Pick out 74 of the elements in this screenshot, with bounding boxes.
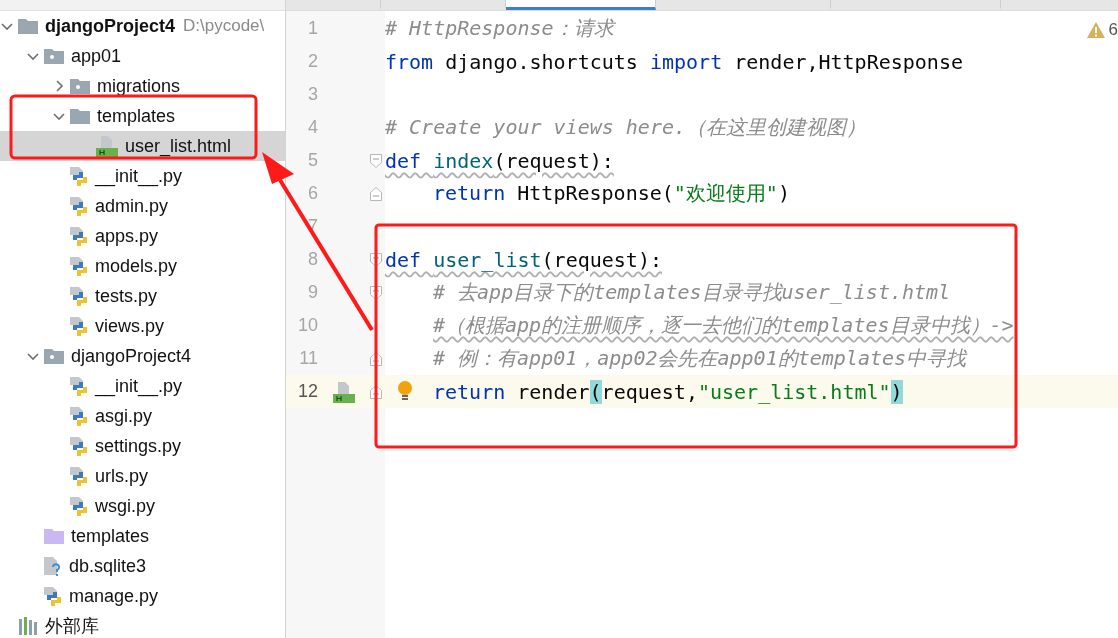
line-number: 11 [298, 348, 318, 369]
library-icon [18, 616, 38, 636]
tree-label[interactable]: 外部库 [45, 614, 99, 638]
code-line: return render(request,"user_list.html") [433, 379, 903, 404]
python-file-icon [70, 225, 88, 247]
folder-icon [44, 48, 64, 64]
python-file-icon [70, 495, 88, 517]
python-file-icon [44, 585, 62, 607]
line-number: 3 [307, 84, 318, 105]
fold-marker-icon[interactable] [370, 285, 382, 300]
line-number: 1 [307, 18, 318, 39]
tree-label[interactable]: db.sqlite3 [69, 555, 147, 577]
python-file-icon [70, 375, 88, 397]
code-line: # HttpResponse：请求 [385, 15, 614, 42]
tree-label[interactable]: tests.py [95, 285, 158, 307]
tree-label[interactable]: __init__.py [95, 165, 183, 187]
lightbulb-icon[interactable] [397, 380, 413, 403]
warning-icon[interactable] [1086, 22, 1105, 38]
code-line: #（根据app的注册顺序，逐一去他们的templates目录中找）-> [433, 312, 1014, 339]
tree-label[interactable]: templates [97, 105, 176, 127]
line-number: 5 [307, 150, 318, 171]
folder-icon [18, 18, 38, 34]
tree-label[interactable]: urls.py [95, 465, 148, 487]
tree-label[interactable]: djangoProject4 [45, 15, 176, 37]
tree-label[interactable]: app01 [71, 45, 122, 67]
line-number: 2 [307, 51, 318, 72]
code-line: # 例：有app01，app02会先在app01的templates中寻找 [433, 345, 967, 372]
code-line: # Create your views here.（在这里创建视图） [385, 114, 867, 141]
line-number: 6 [307, 183, 318, 204]
fold-marker-icon[interactable] [370, 384, 382, 399]
tree-label[interactable]: admin.py [95, 195, 169, 217]
line-number: 10 [296, 315, 318, 336]
python-file-icon [70, 285, 88, 307]
tree-label[interactable]: manage.py [69, 585, 159, 607]
fold-marker-icon[interactable] [370, 186, 382, 201]
tree-label[interactable]: asgi.py [95, 405, 153, 427]
line-number: 4 [307, 117, 318, 138]
tree-label[interactable]: apps.py [95, 225, 159, 247]
warning-count[interactable]: 6 [1108, 20, 1118, 40]
line-number: 12 [296, 381, 318, 402]
tree-label[interactable]: views.py [95, 315, 165, 337]
unknown-file-icon [44, 555, 62, 577]
fold-marker-icon[interactable] [370, 252, 382, 267]
code-line: def index(request): [385, 148, 614, 173]
code-line: # 去app目录下的templates目录寻找user_list.html [433, 279, 951, 306]
python-file-icon [70, 255, 88, 277]
tree-label[interactable]: migrations [97, 75, 181, 97]
tree-label[interactable]: templates [71, 525, 150, 547]
python-file-icon [70, 315, 88, 337]
code-line: from django.shortcuts import render,HttpResponse [385, 49, 963, 74]
folder-icon [70, 78, 90, 94]
code-line: return HttpResponse("欢迎使用") [433, 180, 790, 207]
code-line: def user_list(request): [385, 247, 662, 272]
tree-label[interactable]: settings.py [95, 435, 182, 457]
fold-marker-icon[interactable] [370, 351, 382, 366]
html-file-icon [96, 135, 118, 157]
tree-label[interactable]: user_list.html [125, 135, 232, 157]
python-file-icon [70, 195, 88, 217]
folder-icon [70, 108, 90, 124]
tree-label[interactable]: wsgi.py [95, 495, 156, 517]
tree-label[interactable]: djangoProject4 [71, 345, 192, 367]
python-file-icon [70, 465, 88, 487]
editor-tab[interactable] [506, 0, 656, 10]
python-file-icon [70, 405, 88, 427]
python-file-icon [70, 165, 88, 187]
python-file-icon [70, 435, 88, 457]
project-path: D:\pycode\ [183, 16, 265, 36]
line-number: 8 [307, 249, 318, 270]
line-number: 9 [307, 282, 318, 303]
tree-label[interactable]: __init__.py [95, 375, 183, 397]
folder-icon [44, 348, 64, 364]
folder-icon [44, 528, 64, 544]
fold-marker-icon[interactable] [370, 153, 382, 168]
tree-label[interactable]: models.py [95, 255, 178, 277]
